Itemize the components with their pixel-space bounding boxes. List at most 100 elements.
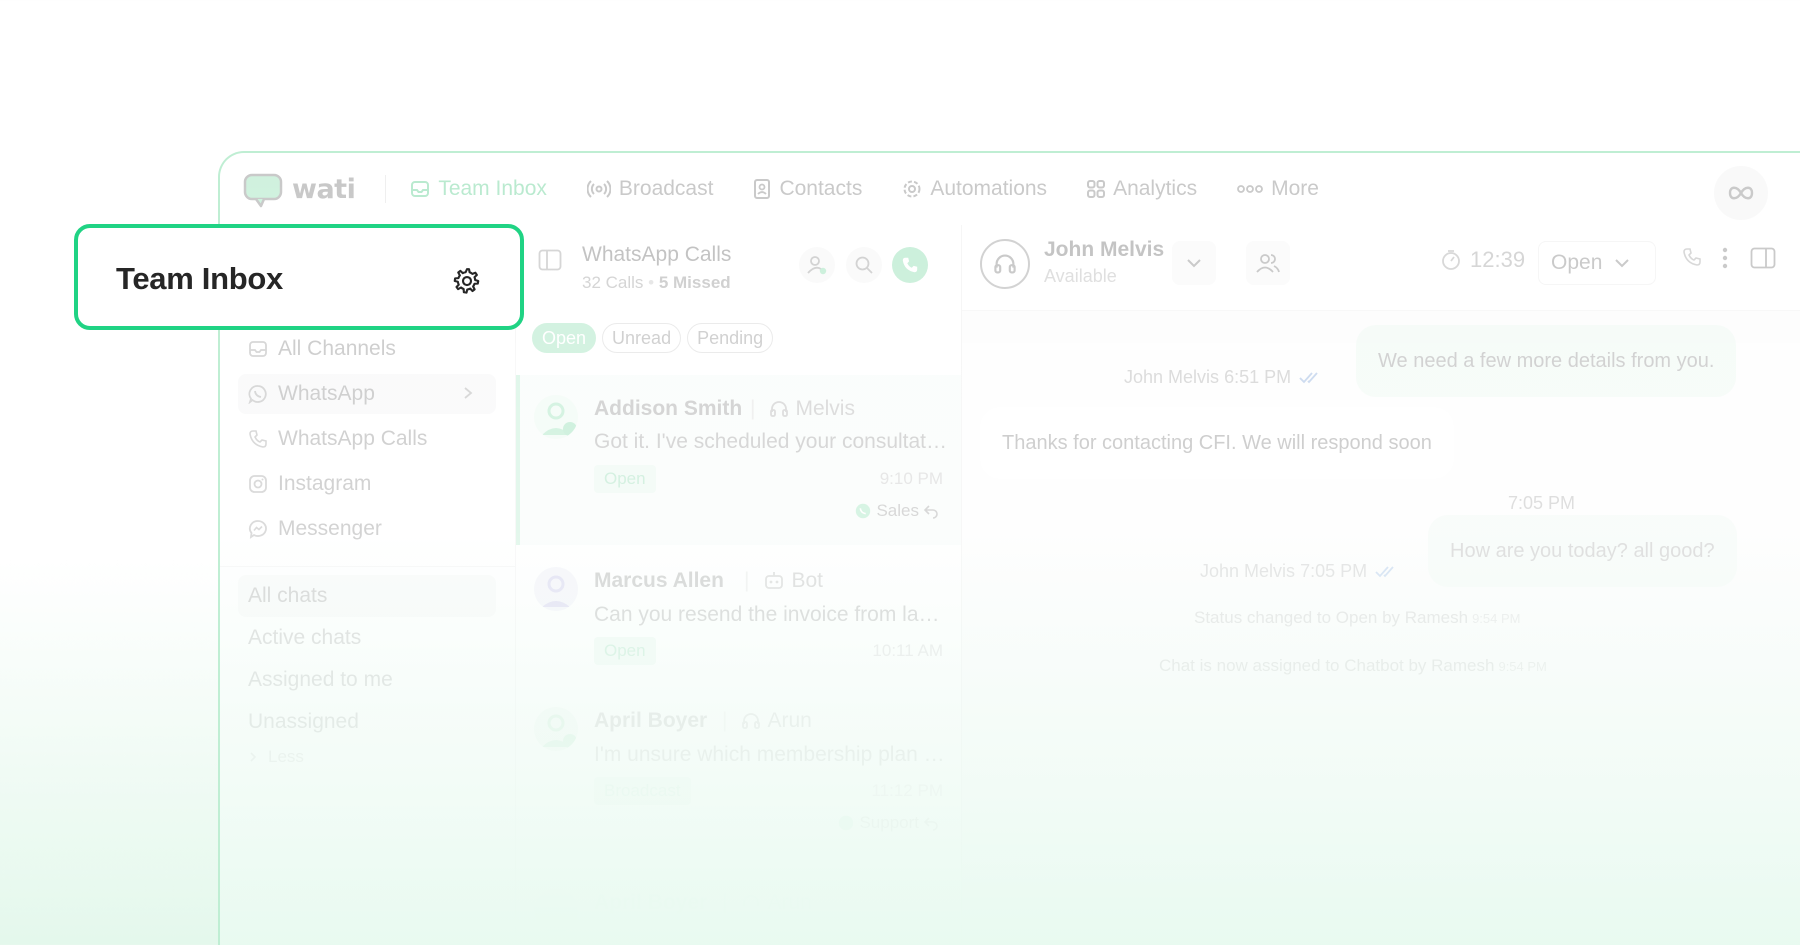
wati-logo[interactable]: wati	[242, 172, 356, 208]
system-text: Chat is now assigned to Chatbot by Rames…	[1159, 656, 1495, 675]
message-bubble-incoming: Thanks for contacting CFI. We will respo…	[980, 407, 1454, 479]
status-select-value: Open	[1551, 251, 1603, 274]
assigned-agent: | Arun	[722, 709, 812, 732]
settings-button[interactable]	[452, 266, 482, 301]
contacts-icon	[754, 179, 771, 199]
message-meta: John Melvis 6:51 PM	[1124, 367, 1325, 388]
nav-analytics[interactable]: Analytics	[1087, 177, 1197, 201]
channel-messenger[interactable]: Messenger	[238, 509, 496, 549]
system-time: 9:54 PM	[1472, 611, 1521, 626]
assigned-agent: | Arun	[722, 891, 812, 914]
channel-whatsapp[interactable]: WhatsApp	[238, 374, 496, 414]
calls-count: 32 Calls	[582, 273, 644, 292]
chevron-right-icon	[250, 752, 257, 762]
assigned-agent: | Melvis	[750, 397, 855, 420]
timer-icon	[1442, 250, 1460, 270]
messenger-icon	[249, 520, 267, 539]
contact-dropdown-button[interactable]	[1172, 241, 1216, 285]
channel-whatsapp-calls[interactable]: WhatsApp Calls	[238, 419, 496, 459]
channel-label: WhatsApp	[278, 382, 375, 405]
missed-count: 5 Missed	[658, 273, 731, 292]
nav-team-inbox[interactable]: Team Inbox	[410, 177, 547, 201]
chat-bubble-logo-icon	[242, 172, 284, 208]
whatsapp-icon	[248, 385, 267, 404]
more-options-button[interactable]	[1722, 247, 1728, 269]
user-icon	[542, 575, 570, 607]
filter-all-chats[interactable]: All chats	[238, 575, 496, 617]
timer-value: 12:39	[1470, 247, 1526, 272]
sidebar-divider	[220, 566, 515, 567]
status-tabs: Open Unread Pending	[532, 323, 779, 353]
gear-icon	[903, 180, 921, 198]
nav-contacts[interactable]: Contacts	[753, 177, 862, 201]
call-button[interactable]	[1682, 247, 1702, 267]
conversation-summary: 32 Calls • 5 Missed	[582, 273, 731, 292]
status-select[interactable]: Open	[1538, 241, 1656, 285]
system-event: Status changed to Open by Ramesh 9:54 PM	[1194, 608, 1520, 628]
phone-icon	[902, 257, 918, 273]
toggle-details-button[interactable]	[1750, 247, 1776, 269]
contact-name: Addison Smith	[594, 397, 743, 420]
conversation-title: WhatsApp Calls	[582, 243, 732, 266]
channel-label: All Channels	[278, 337, 396, 360]
tab-unread[interactable]: Unread	[602, 323, 682, 353]
less-toggle[interactable]: Less	[238, 747, 496, 767]
channel-label: Instagram	[278, 472, 372, 495]
nav-automations[interactable]: Automations	[902, 177, 1047, 201]
whatsapp-icon	[856, 503, 871, 519]
message-time: 10:11 AM	[872, 641, 943, 660]
more-dots-icon	[1237, 185, 1263, 193]
new-call-button[interactable]	[892, 247, 928, 283]
assigned-agent: | Bot	[744, 569, 823, 592]
settings-gear-icon	[453, 268, 480, 294]
conversation-item[interactable]: April Boyer | Arun	[516, 875, 961, 945]
last-message: I'm unsure which membership plan suits m…	[594, 743, 950, 766]
channel-all[interactable]: All Channels	[238, 329, 496, 369]
nav-label: Broadcast	[618, 177, 714, 200]
nav-label: Automations	[930, 177, 1048, 200]
filter-assigned-to-me[interactable]: Assigned to me	[238, 659, 496, 701]
tab-pending[interactable]: Pending	[687, 323, 774, 353]
channel-label: WhatsApp Calls	[278, 427, 428, 450]
message-sender: John Melvis	[1124, 367, 1220, 387]
nav-divider	[385, 175, 387, 203]
status-badge: Broadcast	[594, 777, 691, 805]
nav-label: More	[1271, 177, 1319, 200]
filter-unassigned[interactable]: Unassigned	[238, 701, 496, 743]
status-badge: Open	[594, 465, 656, 493]
avatar	[534, 889, 578, 933]
avatar	[534, 567, 578, 611]
team-inbox-callout: Team Inbox	[74, 224, 524, 330]
nav-more[interactable]: More	[1237, 177, 1319, 201]
top-nav: wati Team Inbox Broadcast Contacts Autom…	[220, 153, 1800, 225]
last-message: Can you resend the invoice from last mon…	[594, 603, 950, 626]
conversation-item[interactable]: Addison Smith | Melvis Got it. I've sche…	[516, 375, 961, 545]
search-button[interactable]	[846, 247, 882, 283]
contact-name: Marcus Allen	[594, 569, 724, 592]
message-time: 11:12 PM	[871, 781, 943, 800]
agent-name: Bot	[791, 569, 823, 592]
message-text: We need a few more details from you.	[1378, 349, 1715, 372]
meta-button[interactable]	[1714, 166, 1768, 220]
tab-open[interactable]: Open	[532, 323, 597, 353]
bot-icon	[765, 572, 784, 589]
contact-name: April Boyer	[594, 709, 708, 732]
agent-name: Arun	[767, 709, 812, 732]
agent-status-button[interactable]	[799, 247, 835, 283]
agent-name: Melvis	[795, 397, 855, 420]
chevron-down-icon	[1615, 259, 1630, 268]
callout-title: Team Inbox	[116, 261, 283, 296]
user-icon	[542, 714, 577, 748]
nav-label: Contacts	[779, 177, 863, 200]
sidebar-toggle-icon[interactable]	[538, 249, 562, 271]
channel-instagram[interactable]: Instagram	[238, 464, 496, 504]
filter-active-chats[interactable]: Active chats	[238, 617, 496, 659]
nav-broadcast[interactable]: Broadcast	[586, 177, 714, 201]
headset-icon	[770, 401, 789, 417]
system-time: 9:54 PM	[1498, 659, 1547, 674]
assign-team-button[interactable]	[1246, 241, 1290, 285]
last-message: Got it. I've scheduled your consultation…	[594, 430, 950, 453]
conversation-item[interactable]: Marcus Allen | Bot Can you resend the in…	[516, 545, 961, 695]
conversation-item[interactable]: April Boyer | Arun I'm unsure which memb…	[516, 695, 961, 875]
status-badge: Open	[594, 637, 656, 665]
